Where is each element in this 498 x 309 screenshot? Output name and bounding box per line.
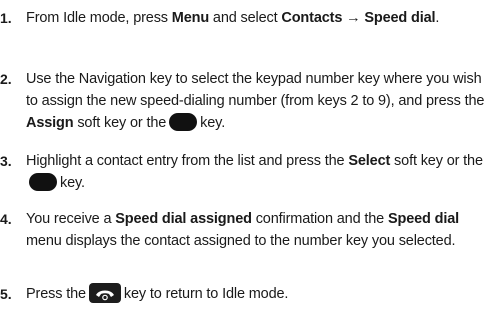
step-text-part: soft key or the bbox=[390, 153, 483, 169]
end-power-key-icon bbox=[88, 283, 121, 303]
step-text-part: Press the bbox=[26, 286, 86, 302]
step-text-part: You receive a bbox=[26, 211, 116, 227]
step-text-part: key to return to Idle mode. bbox=[123, 286, 289, 302]
step-text-part: Highlight a contact entry from the list … bbox=[26, 153, 349, 169]
step-text: Press the key to return to Idle mode. bbox=[26, 283, 494, 305]
step-number: 5. bbox=[0, 286, 12, 302]
speed-dial-label: Speed dial bbox=[364, 10, 436, 26]
step-text: Highlight a contact entry from the list … bbox=[26, 150, 494, 194]
step-number: 3. bbox=[0, 153, 12, 169]
step-number: 2. bbox=[0, 71, 12, 87]
step-text-part: soft key or the bbox=[73, 115, 167, 131]
assign-label: Assign bbox=[26, 115, 74, 131]
step-number: 4. bbox=[0, 211, 12, 227]
step-text: Use the Navigation key to select the key… bbox=[26, 68, 494, 134]
step-text-part: Use the Navigation key to select the key… bbox=[26, 71, 485, 109]
contacts-label: Contacts bbox=[281, 10, 343, 26]
step-text-part: and select bbox=[209, 10, 282, 26]
step-text-part: key. bbox=[60, 175, 85, 191]
center-select-key-icon bbox=[29, 173, 57, 191]
speed-dial-assigned-label: Speed dial assigned bbox=[115, 211, 252, 227]
step-text-part: From Idle mode, press bbox=[26, 10, 172, 26]
step-text-part: key. bbox=[200, 115, 226, 131]
step-text: You receive a Speed dial assigned confir… bbox=[26, 208, 494, 252]
step-text-part: menu displays the contact assigned to th… bbox=[26, 233, 456, 249]
speed-dial-label: Speed dial bbox=[387, 211, 460, 227]
step-text-part: confirmation and the bbox=[251, 211, 388, 227]
step-text: From Idle mode, press Menu and select Co… bbox=[26, 6, 494, 30]
step-text-part: . bbox=[435, 10, 440, 26]
center-select-key-icon bbox=[169, 113, 198, 131]
arrow-separator: → bbox=[342, 10, 365, 26]
select-label: Select bbox=[348, 153, 391, 169]
step-number: 1. bbox=[0, 10, 12, 26]
menu-label: Menu bbox=[171, 10, 210, 26]
